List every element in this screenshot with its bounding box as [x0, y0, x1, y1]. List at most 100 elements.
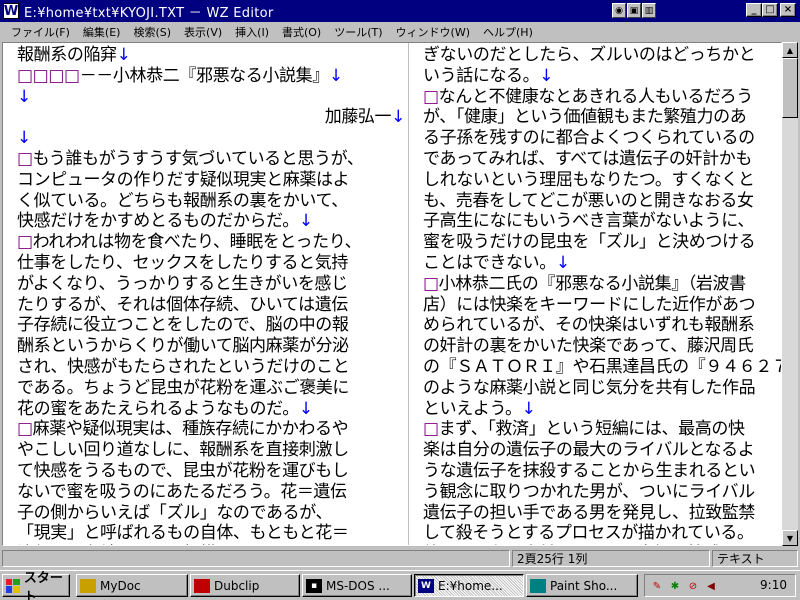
- window-icon[interactable]: ▣: [627, 3, 641, 18]
- text-line[interactable]: ↓: [17, 87, 405, 108]
- text-line[interactable]: 花の蜜をあたえられるようなものだ。↓: [17, 399, 405, 420]
- text-line[interactable]: され、快感がもたらされたというだけのこと: [17, 357, 405, 378]
- menu-file[interactable]: ファイル(F): [6, 24, 78, 40]
- speaker-icon[interactable]: ◀: [703, 578, 719, 594]
- text-line[interactable]: やこしい回り道なしに、報酬系を直接刺激し: [17, 440, 405, 461]
- start-button[interactable]: スタート: [2, 571, 70, 600]
- task-label: MS-DOS ...: [326, 578, 390, 593]
- ms-dos-icon: ▪: [306, 578, 322, 593]
- menu-format[interactable]: 書式(O): [277, 24, 329, 40]
- text-line[interactable]: められているが、その快楽はいずれも報酬系: [423, 315, 781, 336]
- text-line[interactable]: 子高生になにもいうべき言葉がないように、: [423, 211, 781, 232]
- text-line[interactable]: いう話になる。↓: [423, 66, 781, 87]
- menu-window[interactable]: ウィンドウ(W): [391, 24, 478, 40]
- text-line[interactable]: の『ＳＡＴＯＲＩ』や石黒達昌氏の『９４６２７』: [423, 357, 781, 378]
- text-line[interactable]: のような麻薬小説と同じ気分を共有した作品: [423, 378, 781, 399]
- text-line[interactable]: □なんと不健康なとあきれる人もいるだろう: [423, 87, 781, 108]
- window-title: E:¥home¥txt¥KYOJI.TXT － WZ Editor: [24, 5, 274, 21]
- text-line[interactable]: たりするが、それは個体存続、ひいては遺伝: [17, 295, 405, 316]
- task-wz-editor[interactable]: W E:¥home...: [414, 574, 524, 597]
- text-line[interactable]: て快感をうるもので、昆虫が花粉を運びもし: [17, 461, 405, 482]
- menu-edit[interactable]: 編集(E): [78, 24, 129, 40]
- right-text-pane[interactable]: ぎないのだとしたら、ズルいのはどっちかと いう話になる。↓ □なんと不健康なとあきれ…: [423, 45, 781, 545]
- text-line[interactable]: 蜜を吸うだけの昆虫を「ズル」と決めつける: [423, 232, 781, 253]
- text-line[interactable]: ないで蜜を吸うのにあたるだろう。花＝遺伝: [17, 482, 405, 503]
- folder-icon: [80, 578, 96, 593]
- text-line[interactable]: 子存続に役立つことをしたので、脳の中の報: [17, 315, 405, 336]
- text-line[interactable]: 子の側からいえば「ズル」なのであるが、: [17, 503, 405, 524]
- window-controls: _ □ ×: [746, 3, 796, 17]
- pen-icon[interactable]: ✎: [649, 578, 665, 594]
- text-line[interactable]: といえよう。↓: [423, 399, 781, 420]
- text-line[interactable]: うな遺伝子を抹殺することから生まれるとい: [423, 461, 781, 482]
- text-line[interactable]: も、売春をしてどこが悪いのと開きなおる女: [423, 191, 781, 212]
- menu-tools[interactable]: ツール(T): [329, 24, 390, 40]
- minimize-button[interactable]: _: [746, 3, 762, 17]
- text-line[interactable]: 遺伝子の存続のために架構されたもので、: [17, 544, 405, 545]
- menu-insert[interactable]: 挿入(I): [230, 24, 277, 40]
- task-ms-dos[interactable]: ▪ MS-DOS ...: [302, 574, 412, 597]
- text-editor-area[interactable]: 報酬系の陥穽↓ □□□□－－小林恭二『邪悪なる小説集』↓ ↓ 加藤弘一↓ ↓ □もう誰もが…: [2, 42, 782, 546]
- text-line[interactable]: □小林恭二氏の『邪悪なる小説集』（岩波書: [423, 274, 781, 295]
- text-line[interactable]: □まず、「救済」という短編には、最高の快: [423, 419, 781, 440]
- chart-icon[interactable]: ▥: [642, 3, 656, 18]
- task-mydoc[interactable]: MyDoc: [76, 574, 188, 597]
- text-line[interactable]: であってみれば、すべては遺伝子の奸計かも: [423, 149, 781, 170]
- title-bar[interactable]: W E:¥home¥txt¥KYOJI.TXT － WZ Editor ◉ ▣ …: [0, 0, 800, 22]
- windows-logo-icon: [6, 578, 20, 593]
- text-line[interactable]: □もう誰もがうすうす気づいていると思うが、: [17, 149, 405, 170]
- text-line[interactable]: しれないという理屈もなりたつ。すくなくと: [423, 170, 781, 191]
- text-line[interactable]: である。ちょうど昆虫が花粉を運ぶご褒美に: [17, 378, 405, 399]
- text-line[interactable]: 遺伝子の担い手である男を発見し、拉致監禁: [423, 503, 781, 524]
- text-line[interactable]: □□□□－－小林恭二『邪悪なる小説集』↓: [17, 66, 405, 87]
- no-entry-icon[interactable]: ⊘: [685, 578, 701, 594]
- text-line[interactable]: ↓: [17, 128, 405, 149]
- start-label: スタート: [23, 570, 63, 600]
- text-line[interactable]: ことはできない。↓: [423, 253, 781, 274]
- text-line[interactable]: □われわれは物を食べたり、睡眠をとったり、: [17, 232, 405, 253]
- task-label: E:¥home...: [438, 578, 503, 593]
- text-line[interactable]: 彼は男を殺す直前までいき、究極の快感にの: [423, 544, 781, 545]
- wz-editor-app-icon[interactable]: W: [3, 3, 19, 19]
- text-line[interactable]: 酬系というからくりが働いて脳内麻薬が分泌: [17, 336, 405, 357]
- text-line[interactable]: の奸計の裏をかいた快楽であって、藤沢周氏: [423, 336, 781, 357]
- text-line[interactable]: る子孫を残すのに都合よくつくられているの: [423, 128, 781, 149]
- scroll-thumb[interactable]: [782, 58, 798, 118]
- pane-divider: [408, 43, 409, 545]
- wz-editor-icon: W: [418, 578, 434, 593]
- text-line[interactable]: 加藤弘一↓: [17, 107, 405, 128]
- text-line[interactable]: 店）には快楽をキーワードにした近作があつ: [423, 295, 781, 316]
- text-line[interactable]: して殺そうとするプロセスが描かれている。: [423, 523, 781, 544]
- text-line[interactable]: 仕事をしたり、セックスをしたりすると気持: [17, 253, 405, 274]
- text-line[interactable]: 「現実」と呼ばれるもの自体、もともと花＝: [17, 523, 405, 544]
- scroll-up-icon[interactable]: ▲: [782, 42, 798, 58]
- menu-search[interactable]: 検索(S): [128, 24, 179, 40]
- text-line[interactable]: ぎないのだとしたら、ズルいのはどっちかと: [423, 45, 781, 66]
- menu-view[interactable]: 表示(V): [179, 24, 230, 40]
- text-line[interactable]: □麻薬や疑似現実は、種族存続にかかわるや: [17, 419, 405, 440]
- text-line[interactable]: 楽は自分の遺伝子の最大のライバルとなるよ: [423, 440, 781, 461]
- close-button[interactable]: ×: [780, 3, 796, 17]
- text-line[interactable]: 快感だけをかすめとるものだからだ。↓: [17, 211, 405, 232]
- vertical-scrollbar[interactable]: ▲ ▼: [782, 42, 798, 546]
- task-label: Paint Sho...: [550, 578, 618, 593]
- task-label: MyDoc: [100, 578, 141, 593]
- status-position: 2頁25行 1列: [512, 550, 710, 567]
- bug-icon[interactable]: ✱: [667, 578, 683, 594]
- text-line[interactable]: コンピュータの作りだす疑似現実と麻薬はよ: [17, 170, 405, 191]
- left-text-pane[interactable]: 報酬系の陥穽↓ □□□□－－小林恭二『邪悪なる小説集』↓ ↓ 加藤弘一↓ ↓ □もう誰もが…: [17, 45, 405, 545]
- text-line[interactable]: がよくなり、うっかりすると生きがいを感じ: [17, 274, 405, 295]
- clock[interactable]: 9:10: [760, 578, 787, 592]
- task-dubclip[interactable]: Dubclip: [190, 574, 300, 597]
- scroll-down-icon[interactable]: ▼: [782, 530, 798, 546]
- text-line[interactable]: う観念に取りつかれた男が、ついにライバル: [423, 482, 781, 503]
- text-line[interactable]: 報酬系の陥穽↓: [17, 45, 405, 66]
- taskbar: スタート MyDoc Dubclip ▪ MS-DOS ... W E:¥hom…: [0, 570, 800, 600]
- menu-bar: ファイル(F) 編集(E) 検索(S) 表示(V) 挿入(I) 書式(O) ツー…: [0, 22, 800, 41]
- globe-icon[interactable]: ◉: [612, 3, 626, 18]
- text-line[interactable]: が、「健康」という価値観もまた繁殖力のあ: [423, 107, 781, 128]
- maximize-button[interactable]: □: [762, 3, 778, 17]
- task-paint-shop[interactable]: Paint Sho...: [526, 574, 638, 597]
- menu-help[interactable]: ヘルプ(H): [478, 24, 541, 40]
- text-line[interactable]: く似ている。どちらも報酬系の裏をかいて、: [17, 191, 405, 212]
